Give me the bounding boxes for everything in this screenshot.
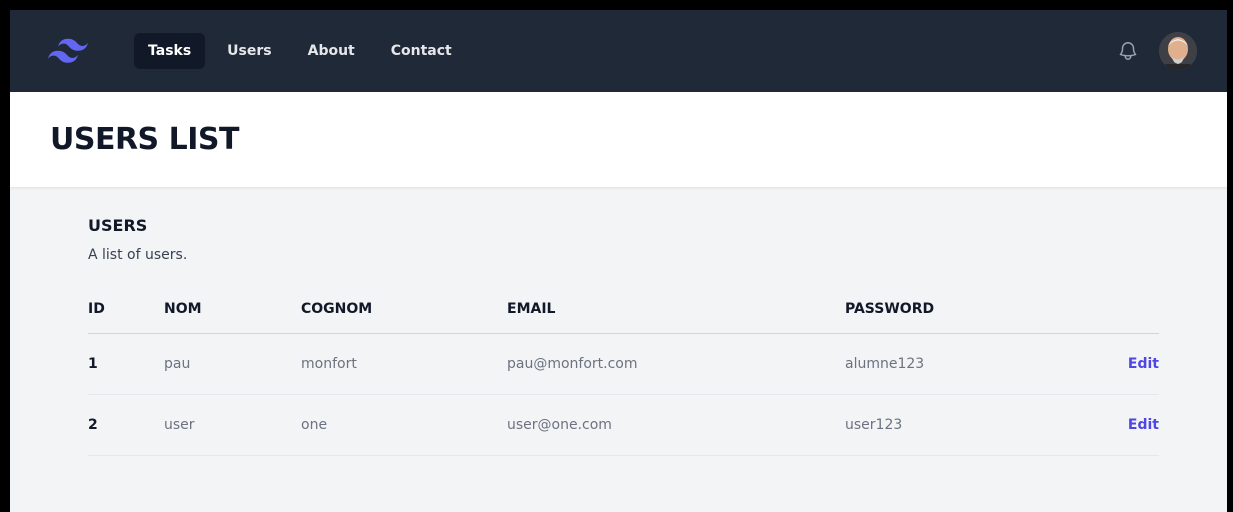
section-description: A list of users. [88,247,188,263]
cell-email: pau@monfort.com [507,333,845,395]
cell-cognom: monfort [301,333,507,395]
cell-email: user@one.com [507,394,845,456]
tailwind-logo-icon[interactable] [48,37,88,65]
section-title: USERS [88,216,148,235]
edit-link[interactable]: Edit [1128,417,1159,433]
column-header-nom: NOM [164,301,301,334]
nav-actions [1117,32,1197,70]
user-avatar[interactable] [1159,32,1197,70]
table-row: 1 pau monfort pau@monfort.com alumne123 … [88,333,1159,395]
bell-icon[interactable] [1117,40,1139,62]
column-header-actions [1065,301,1159,334]
cell-nom: pau [164,333,301,395]
nav-item-contact[interactable]: Contact [377,33,466,69]
table-row: 2 user one user@one.com user123 Edit [88,394,1159,456]
cell-password: alumne123 [845,333,1065,395]
page-header: USERS LIST [10,92,1227,188]
table-header-row: ID NOM COGNOM EMAIL PASSWORD [88,301,1159,334]
cell-actions: Edit [1065,333,1159,395]
column-header-id: ID [88,301,164,334]
cell-id: 2 [88,394,164,456]
app-window: Tasks Users About Contact USERS LIST USE… [10,10,1227,512]
column-header-email: EMAIL [507,301,845,334]
column-header-cognom: COGNOM [301,301,507,334]
nav-item-users[interactable]: Users [213,33,285,69]
nav-item-tasks[interactable]: Tasks [134,33,206,69]
main-content: USERS A list of users. ID NOM COGNOM EMA… [10,188,1227,456]
cell-id: 1 [88,333,164,395]
main-nav: Tasks Users About Contact [134,33,466,69]
edit-link[interactable]: Edit [1128,356,1159,372]
nav-item-about[interactable]: About [294,33,369,69]
column-header-password: PASSWORD [845,301,1065,334]
cell-cognom: one [301,394,507,456]
cell-nom: user [164,394,301,456]
users-table: ID NOM COGNOM EMAIL PASSWORD 1 pau monfo… [88,301,1159,456]
cell-actions: Edit [1065,394,1159,456]
top-navbar: Tasks Users About Contact [10,10,1227,92]
page-title: USERS LIST [50,122,239,157]
cell-password: user123 [845,394,1065,456]
